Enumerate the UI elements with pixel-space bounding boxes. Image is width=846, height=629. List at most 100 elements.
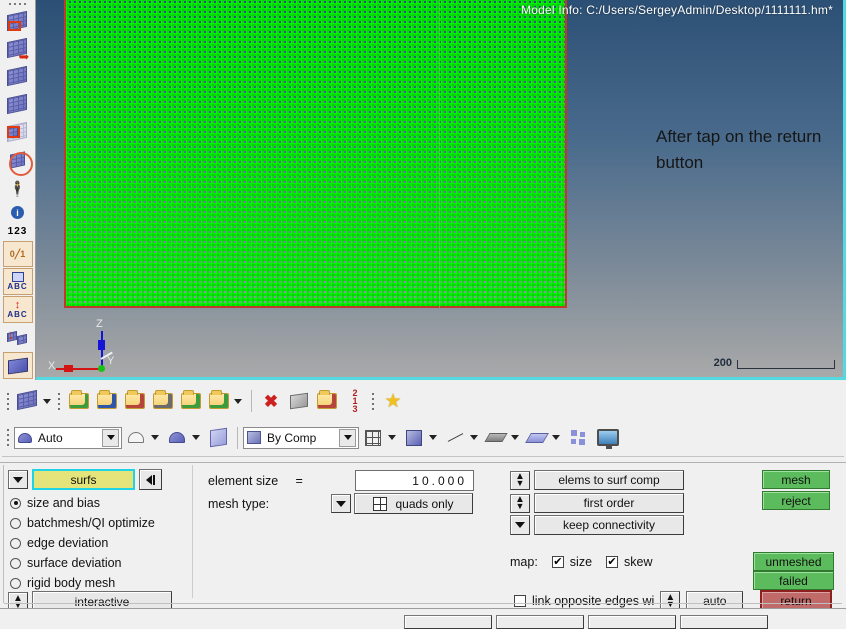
line-chevron-down-icon[interactable]	[470, 435, 478, 440]
sidebar-item-distance[interactable]: 0╱1	[2, 240, 33, 268]
component-mode-chevron-down-icon[interactable]	[339, 428, 356, 447]
axis-label-x: X	[48, 360, 56, 372]
element-size-equals: =	[295, 474, 303, 488]
surface-solid-button[interactable]	[163, 424, 191, 452]
window-tile-button[interactable]	[564, 424, 592, 452]
solid-plate-chevron-down-icon[interactable]	[552, 435, 560, 440]
toolbar-grip-1[interactable]	[4, 388, 11, 414]
mesh-tool-chevron-down-icon[interactable]	[43, 398, 51, 404]
sidebar-item-text-markup[interactable]: ABC	[2, 268, 33, 296]
radio-label: edge deviation	[27, 536, 109, 550]
radio-batchmesh-qi-optimize[interactable]: batchmesh/QI optimize	[10, 513, 155, 533]
sidebar-item-mesh-display[interactable]	[3, 92, 33, 119]
organize-button[interactable]	[285, 387, 313, 415]
connectors-chevron-down-icon[interactable]	[234, 398, 242, 404]
import-solver-deck-button[interactable]	[65, 387, 93, 415]
status-button-1[interactable]	[404, 615, 492, 629]
status-button-2[interactable]	[496, 615, 584, 629]
wireframe-cube-button[interactable]	[359, 424, 387, 452]
mesh-tool-icon	[17, 389, 39, 411]
distance-icon: 0╱1	[9, 248, 26, 259]
mesh-type-value-button[interactable]: quads only	[354, 493, 473, 514]
surface-shade-button[interactable]	[122, 424, 150, 452]
axis-label-y: Y	[107, 355, 115, 367]
reject-button[interactable]: reject	[762, 491, 830, 510]
entity-selector-field[interactable]: surfs	[32, 469, 135, 490]
color-mode-dropdown[interactable]: Auto	[14, 426, 122, 449]
sidebar-item-surfaces[interactable]	[2, 352, 33, 379]
status-button-4[interactable]	[680, 615, 768, 629]
renumber-icon: 213	[352, 388, 358, 414]
entity-type-dropdown[interactable]	[8, 470, 28, 489]
axis-origin	[98, 365, 105, 372]
radio-indicator	[10, 557, 21, 569]
radio-size-and-bias[interactable]: size and bias	[10, 493, 155, 513]
sidebar-item-mesh-checker[interactable]	[3, 120, 33, 147]
import-geometry-button[interactable]	[93, 387, 121, 415]
automesh-panel: surfs size and bias batchmesh/QI optimiz…	[0, 462, 846, 612]
toolbar-separator-2	[237, 426, 238, 449]
renumber-button[interactable]: 213	[341, 387, 369, 415]
delete-button[interactable]: ✖	[257, 387, 285, 415]
mesh-surface[interactable]	[64, 0, 567, 308]
first-order-button[interactable]: first order	[534, 493, 684, 513]
checkbox-indicator	[606, 556, 619, 568]
element-size-input[interactable]: 10.000	[355, 470, 474, 491]
keep-connectivity-dropdown[interactable]	[510, 515, 530, 535]
color-mode-chevron-down-icon[interactable]	[102, 428, 119, 447]
connectors-button[interactable]	[205, 387, 233, 415]
sidebar-item-mesh-mask[interactable]	[3, 148, 33, 177]
unmeshed-button[interactable]: unmeshed	[753, 552, 834, 571]
map-size-checkbox[interactable]: size	[551, 555, 592, 569]
radio-surface-deviation[interactable]: surface deviation	[10, 553, 155, 573]
toolbar-grip-4[interactable]	[4, 425, 11, 451]
component-mode-dropdown[interactable]: By Comp	[243, 426, 359, 449]
component-button[interactable]	[313, 387, 341, 415]
by-comp-icon	[247, 431, 261, 444]
sidebar-item-mesh-quality[interactable]	[3, 64, 33, 91]
sidebar-item-2d-automesh[interactable]	[3, 9, 33, 36]
sidebar-item-translate[interactable]: ↓	[3, 324, 33, 351]
surface-solid-chevron-down-icon[interactable]	[192, 435, 200, 440]
wireframe-cube-chevron-down-icon[interactable]	[388, 435, 396, 440]
graphics-viewport[interactable]: Model Info: C:/Users/SergeyAdmin/Desktop…	[36, 0, 846, 380]
shaded-plate-icon	[484, 433, 508, 442]
radio-edge-deviation[interactable]: edge deviation	[10, 533, 155, 553]
link-opposite-edges-checkbox[interactable]: link opposite edges wi	[514, 594, 654, 608]
elems-to-surf-comp-button[interactable]: elems to surf comp	[534, 470, 684, 490]
display-settings-button[interactable]	[592, 424, 624, 452]
thickness-button[interactable]	[149, 387, 177, 415]
sidebar-item-find[interactable]: 🕴	[3, 175, 33, 202]
sidebar-item-dimensioning[interactable]: ↕ ABC	[2, 296, 33, 324]
shaded-plate-chevron-down-icon[interactable]	[511, 435, 519, 440]
checkbox-indicator	[514, 594, 526, 607]
solid-cube-button[interactable]	[204, 424, 232, 452]
favorites-button[interactable]: ★	[379, 387, 407, 415]
keep-connectivity-button[interactable]: keep connectivity	[534, 515, 684, 535]
sidebar-item-mesh-edit[interactable]: ➥	[3, 36, 33, 63]
export-button[interactable]	[121, 387, 149, 415]
sidebar-item-numbers[interactable]: 123	[3, 223, 33, 239]
map-skew-checkbox[interactable]: skew	[606, 555, 653, 569]
toolbar-drag-grip[interactable]	[0, 0, 35, 9]
radio-rigid-body-mesh[interactable]: rigid body mesh	[10, 573, 155, 593]
toolbar-grip-2[interactable]	[55, 388, 62, 414]
model-info-label: Model Info: C:/Users/SergeyAdmin/Desktop…	[521, 3, 833, 17]
surface-shade-chevron-down-icon[interactable]	[151, 435, 159, 440]
shaded-cube-chevron-down-icon[interactable]	[429, 435, 437, 440]
mesh-type-dropdown[interactable]	[331, 494, 351, 513]
import-down-button[interactable]	[177, 387, 205, 415]
sidebar-item-info[interactable]: i	[3, 203, 33, 222]
reset-selection-button[interactable]	[139, 469, 162, 490]
shaded-plate-button[interactable]	[482, 424, 510, 452]
failed-button[interactable]: failed	[753, 571, 834, 590]
line-button[interactable]	[441, 424, 469, 452]
shaded-cube-button[interactable]	[400, 424, 428, 452]
solid-plate-button[interactable]	[523, 424, 551, 452]
status-button-3[interactable]	[588, 615, 676, 629]
first-order-spinner[interactable]: ▲ ▼	[510, 493, 530, 513]
toolbar-grip-3[interactable]	[369, 388, 376, 414]
elems-to-surf-comp-spinner[interactable]: ▲ ▼	[510, 470, 530, 490]
mesh-button[interactable]: mesh	[762, 470, 830, 489]
mesh-tool-button[interactable]	[14, 387, 42, 415]
